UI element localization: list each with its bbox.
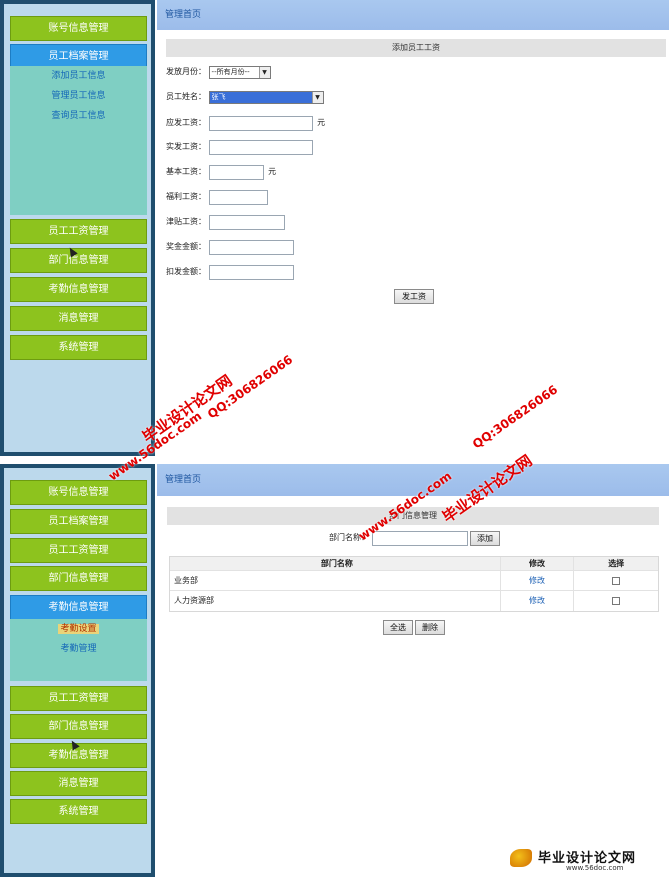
row-base-pay: 基本工资： 元 (166, 164, 276, 180)
table-row: 业务部 修改 (170, 571, 658, 591)
month-select-value: --所有月份-- (211, 67, 250, 76)
select-all-button[interactable]: 全选 (383, 620, 413, 635)
dept-name-input[interactable] (371, 530, 468, 546)
bonus-input[interactable] (208, 239, 294, 255)
should-pay-label: 应发工资： (166, 118, 206, 127)
screenshot-department-info: 账号信息管理 员工档案管理 员工工资管理 部门信息管理 考勤信息管理 考勤设置 … (0, 464, 669, 877)
row-welfare: 福利工资： (166, 189, 268, 205)
menu-system[interactable]: 系统管理 (10, 799, 147, 824)
submenu-area: 添加员工信息 管理员工信息 查询员工信息 (10, 66, 147, 215)
col-edit: 修改 (501, 557, 575, 570)
row-bonus: 奖金金额： (166, 239, 294, 255)
sidebar-inner: 账号信息管理 员工档案管理 员工工资管理 部门信息管理 考勤信息管理 考勤设置 … (4, 468, 151, 873)
pay-salary-button[interactable]: 发工资 (394, 289, 434, 304)
dept-table: 部门名称 修改 选择 业务部 修改 人力资源部 修改 (169, 556, 659, 612)
menu-employee-records[interactable]: 员工档案管理 (10, 509, 147, 534)
logo-icon (510, 849, 532, 867)
deduct-label: 扣发金额： (166, 267, 206, 276)
menu-account-info[interactable]: 账号信息管理 (10, 480, 147, 505)
sidebar: 账号信息管理 员工档案管理 员工工资管理 部门信息管理 考勤信息管理 考勤设置 … (0, 464, 155, 877)
menu-department[interactable]: 部门信息管理 (10, 566, 147, 591)
row-checkbox[interactable] (612, 576, 621, 585)
menu-salary[interactable]: 员工工资管理 (10, 219, 147, 244)
table-header: 部门名称 修改 选择 (170, 557, 658, 571)
bonus-label: 奖金金额： (166, 242, 206, 251)
submenu-add-employee[interactable]: 添加员工信息 (10, 66, 147, 86)
menu-attendance[interactable]: 考勤信息管理 (10, 595, 147, 620)
row-deduct: 扣发金额： (166, 264, 294, 280)
select-cell (574, 591, 658, 611)
submenu-attendance-settings[interactable]: 考勤设置 (10, 619, 147, 639)
chevron-down-icon: ▼ (258, 66, 270, 78)
row-month: 发放月份： --所有月份-- ▼ (166, 64, 271, 80)
employee-name-value: 张飞 (211, 92, 226, 101)
dept-name-cell: 业务部 (170, 571, 501, 590)
allowance-input[interactable] (208, 214, 285, 230)
page-header: 管理首页 (157, 0, 669, 30)
panel-divider (0, 456, 669, 464)
row-actual-pay: 实发工资： (166, 139, 313, 155)
menu-system[interactable]: 系统管理 (10, 335, 147, 360)
delete-button[interactable]: 删除 (415, 620, 445, 635)
edit-link[interactable]: 修改 (501, 591, 575, 611)
select-cell (574, 571, 658, 590)
menu-account-info[interactable]: 账号信息管理 (10, 16, 147, 41)
base-pay-unit: 元 (268, 167, 277, 176)
sidebar: 账号信息管理 员工档案管理 添加员工信息 管理员工信息 查询员工信息 员工工资管… (0, 0, 155, 456)
base-pay-input[interactable] (208, 164, 264, 180)
add-dept-button[interactable]: 添加 (470, 531, 500, 546)
month-label: 发放月份： (166, 67, 206, 76)
menu-messages[interactable]: 消息管理 (10, 771, 147, 796)
screenshot-add-salary: 账号信息管理 员工档案管理 添加员工信息 管理员工信息 查询员工信息 员工工资管… (0, 0, 669, 456)
deduct-input[interactable] (208, 264, 294, 280)
employee-name-select[interactable]: 张飞 ▼ (208, 90, 324, 104)
row-dept-name: 部门名称： (329, 530, 468, 546)
month-select[interactable]: --所有月份-- ▼ (208, 65, 271, 79)
welfare-input[interactable] (208, 189, 268, 205)
should-pay-unit: 元 (317, 118, 326, 127)
menu-salary-2[interactable]: 员工工资管理 (10, 686, 147, 711)
submenu-area: 考勤设置 考勤管理 (10, 619, 147, 681)
employee-name-label: 员工姓名： (166, 92, 206, 101)
base-pay-label: 基本工资： (166, 167, 206, 176)
edit-link[interactable]: 修改 (501, 571, 575, 590)
allowance-label: 津贴工资： (166, 217, 206, 226)
menu-messages[interactable]: 消息管理 (10, 306, 147, 331)
table-row: 人力资源部 修改 (170, 591, 658, 611)
dept-name-cell: 人力资源部 (170, 591, 501, 611)
logo-url: www.56doc.com (566, 864, 624, 872)
menu-salary[interactable]: 员工工资管理 (10, 538, 147, 563)
col-dept-name: 部门名称 (170, 557, 501, 570)
submenu-query-employee[interactable]: 查询员工信息 (10, 106, 147, 126)
should-pay-input[interactable] (208, 115, 313, 131)
site-logo: 毕业设计论文网 www.56doc.com (506, 845, 666, 875)
menu-attendance[interactable]: 考勤信息管理 (10, 277, 147, 302)
actual-pay-input[interactable] (208, 139, 313, 155)
row-employee-name: 员工姓名： 张飞 ▼ (166, 89, 324, 105)
form-title: 添加员工工资 (166, 39, 666, 57)
chevron-down-icon: ▼ (311, 91, 323, 103)
dept-title: 部门信息管理 (167, 507, 659, 525)
main-content: 管理首页 部门信息管理 部门名称： 添加 部门名称 修改 选择 业务部 修改 人… (157, 464, 669, 877)
submenu-manage-employee[interactable]: 管理员工信息 (10, 86, 147, 106)
welfare-label: 福利工资： (166, 192, 206, 201)
row-checkbox[interactable] (612, 596, 621, 605)
submenu-attendance-manage[interactable]: 考勤管理 (10, 639, 147, 659)
submenu-attendance-settings-label: 考勤设置 (58, 624, 99, 634)
row-should-pay: 应发工资： 元 (166, 115, 325, 131)
menu-department[interactable]: 部门信息管理 (10, 248, 147, 273)
row-allowance: 津贴工资： (166, 214, 285, 230)
actual-pay-label: 实发工资： (166, 142, 206, 151)
col-select: 选择 (608, 559, 625, 568)
sidebar-inner: 账号信息管理 员工档案管理 添加员工信息 管理员工信息 查询员工信息 员工工资管… (4, 4, 151, 452)
menu-department-2[interactable]: 部门信息管理 (10, 714, 147, 739)
